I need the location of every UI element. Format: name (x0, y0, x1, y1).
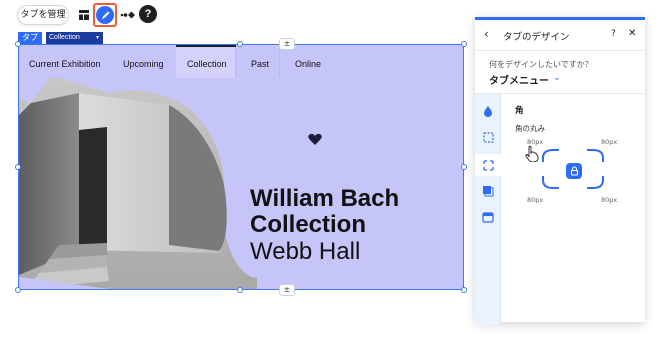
close-icon[interactable]: ✕ (628, 28, 636, 39)
resize-handle-right[interactable] (461, 164, 467, 170)
tab-divider (279, 47, 280, 77)
stretch-bottom-icon[interactable]: ± (279, 284, 295, 296)
tab-divider (235, 47, 236, 77)
pointer-hand-icon (525, 146, 539, 162)
design-target-dropdown[interactable]: タブメニュー (489, 72, 549, 87)
resize-handle-top-left[interactable] (15, 41, 21, 47)
panel-divider (475, 50, 645, 51)
headline: William Bach Collection (250, 186, 399, 238)
tabs-design-panel: ‹ タブのデザイン ? ✕ 何をデザインしたいですか？ タブメニュー ⌄ 角 角… (475, 17, 645, 325)
tab-collection[interactable]: Collection (187, 59, 227, 69)
widget-background (19, 45, 463, 289)
tab-past[interactable]: Past (251, 59, 269, 69)
resize-handle-bottom-right[interactable] (461, 287, 467, 293)
help-icon[interactable]: ? (139, 5, 157, 23)
panel-title: タブのデザイン (503, 32, 570, 43)
headline-line-1: William Bach (250, 185, 400, 212)
corners-icon[interactable] (475, 154, 501, 176)
layout-icon[interactable] (74, 5, 94, 25)
back-chevron-icon[interactable]: ‹ (484, 27, 489, 41)
corner-radius-label: 角の丸み (515, 124, 545, 133)
resize-handle-bottom[interactable] (237, 287, 243, 293)
resize-handle-top[interactable] (237, 41, 243, 47)
corner-bottom-right-value[interactable]: 80px (601, 196, 617, 204)
design-target-question: 何をデザインしたいですか？ (489, 60, 593, 69)
corner-bottom-left-value[interactable]: 80px (527, 196, 543, 204)
design-sidebar (475, 94, 501, 325)
tab-selector-dropdown[interactable]: Collection ▾ (46, 32, 103, 44)
stretch-top-icon[interactable]: ± (279, 38, 295, 50)
fill-drop-icon[interactable] (481, 104, 495, 118)
headline-line-2: Collection (250, 211, 367, 238)
chevron-down-icon: ▾ (95, 35, 99, 41)
corner-top-left-value[interactable]: 80px (527, 138, 543, 146)
resize-handle-top-right[interactable] (461, 41, 467, 47)
border-icon[interactable] (481, 130, 495, 144)
panel-help-icon[interactable]: ? (611, 29, 616, 39)
tabs-widget[interactable]: Current Exhibition Upcoming Collection P… (18, 44, 464, 290)
chevron-down-icon[interactable]: ⌄ (553, 73, 561, 83)
shadow-icon[interactable] (481, 184, 495, 198)
corner-top-right-value[interactable]: 80px (601, 138, 617, 146)
layout-spacing-icon[interactable] (481, 210, 495, 224)
element-type-label: タブ (18, 32, 42, 44)
resize-handle-bottom-left[interactable] (15, 287, 21, 293)
lock-corners-icon[interactable] (566, 163, 582, 179)
tab-selector-value: Collection (49, 34, 80, 41)
animation-icon[interactable] (118, 5, 138, 25)
tab-upcoming[interactable]: Upcoming (123, 59, 164, 69)
subheadline: Webb Hall (250, 238, 361, 265)
design-brush-icon[interactable] (96, 6, 114, 24)
resize-handle-left[interactable] (15, 164, 21, 170)
tab-online[interactable]: Online (295, 59, 321, 69)
tab-current-exhibition[interactable]: Current Exhibition (29, 59, 101, 69)
manage-tabs-button[interactable]: タブを管理 (17, 5, 69, 25)
corners-section-title: 角 (515, 106, 524, 116)
